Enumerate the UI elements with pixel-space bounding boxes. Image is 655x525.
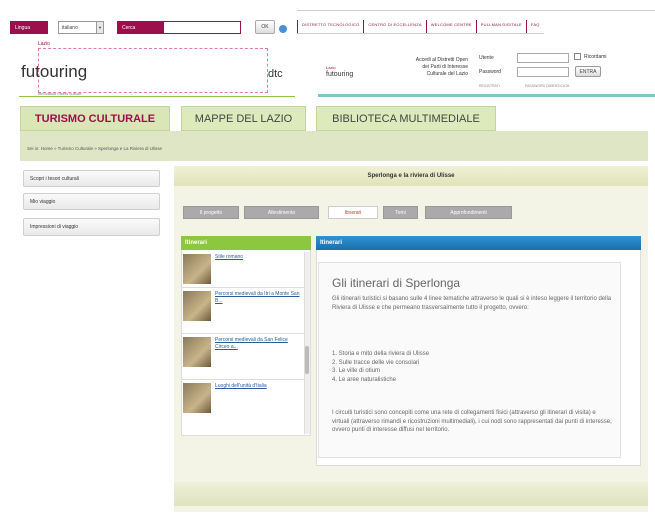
footer-band	[174, 482, 648, 506]
thumbnail-image	[183, 337, 211, 367]
panel-list: 1. Storia e mito della riviera di Ulisse…	[332, 350, 614, 385]
tab-il-progetto[interactable]: Il progetto	[183, 206, 239, 219]
nav-distretto[interactable]: DISTRETTO TECNOLOGICO	[297, 20, 363, 33]
tab-temi[interactable]: Temi	[383, 206, 418, 219]
remember-checkbox[interactable]	[574, 53, 581, 60]
login-bar	[318, 94, 655, 97]
tab-approfondimenti[interactable]: Approfondimenti	[425, 206, 512, 219]
user-input[interactable]	[517, 53, 569, 63]
list-item-link[interactable]: Stile romano	[215, 254, 243, 261]
nav-centro[interactable]: CENTRO DI ECCELLENZA	[363, 20, 425, 33]
forgot-password-link[interactable]: PASSWORD DIMENTICATA	[525, 84, 569, 88]
chevron-down-icon: ▼	[96, 22, 103, 33]
list-scrollbar[interactable]	[304, 252, 310, 434]
tab-allestimento[interactable]: Allestimento	[244, 206, 319, 219]
globe-icon	[279, 25, 287, 33]
list-item[interactable]: Percorsi medievali da Itri a Monte San B…	[181, 288, 304, 334]
lingua-label: Lingua	[10, 21, 48, 34]
list-items: Stile romano Percorsi medievali da Itri …	[181, 251, 304, 420]
list-item[interactable]: Percorsi medievali da San Felice Circeo …	[181, 334, 304, 380]
password-input[interactable]	[517, 67, 569, 77]
list-item[interactable]: Stile romano	[181, 251, 304, 288]
tab-biblioteca-multimediale[interactable]: BIBLIOTECA MULTIMEDIALE	[316, 106, 496, 131]
logo-small: Lazio	[38, 41, 50, 47]
language-select[interactable]: italiano ▼	[58, 21, 104, 34]
enter-button[interactable]: ENTRA	[575, 66, 601, 77]
promo-text[interactable]: Accedi al Distretti Open dei Parti di In…	[380, 57, 468, 77]
content-title: Sperlonga e la riviera di Ulisse	[174, 166, 648, 186]
panel-list-item: 1. Storia e mito della riviera di Ulisse	[332, 351, 430, 357]
tab-mappe-del-lazio[interactable]: MAPPE DEL LAZIO	[181, 106, 306, 131]
ok-button[interactable]: OK	[255, 20, 275, 34]
sidebar-item-mio-viaggio[interactable]: Mio viaggio	[23, 193, 160, 210]
thumbnail-image	[183, 291, 211, 321]
promo-logo-name: futouring	[326, 71, 354, 78]
logo-underline	[19, 96, 295, 97]
promo-line2: dei Parti di Interesse	[422, 63, 468, 70]
dtc-logo: dtc	[268, 68, 283, 80]
user-label: Utente	[479, 55, 494, 61]
nav-pullman[interactable]: PULLMAN DIGITALE	[475, 20, 526, 33]
thumbnail-image	[183, 383, 211, 413]
thumbnail-image	[183, 254, 211, 284]
list-item-link[interactable]: Percorsi medievali da Itri a Monte San B…	[215, 291, 302, 304]
breadcrumb: Sei in: Home » Turismo Culturale » Sperl…	[27, 146, 163, 151]
panel-intro: Gli itinerari turistici si basano sulle …	[332, 296, 612, 311]
password-label: Password	[479, 69, 501, 75]
register-link[interactable]: REGISTRATI	[479, 84, 500, 88]
sidebar-item-scopri[interactable]: Scopri i tesori culturali	[23, 170, 160, 187]
panel-header: Itinerari	[316, 236, 641, 250]
divider	[297, 10, 655, 11]
search-input[interactable]	[163, 21, 241, 34]
logo-name: futouring	[21, 62, 88, 81]
panel-list-item: 2. Sulle tracce delle vie consolari	[332, 359, 420, 366]
cerca-label: Cerca	[117, 21, 163, 34]
tab-itinerari[interactable]: Itinerari	[328, 206, 378, 219]
nav-welcome[interactable]: WELCOME CENTRE	[425, 20, 476, 33]
list-header: Itinerari	[181, 236, 311, 250]
list-item-link[interactable]: Percorsi medievali da San Felice Circeo …	[215, 337, 302, 350]
language-value: italiano	[62, 24, 78, 31]
sidebar-item-impressioni[interactable]: Impressioni di viaggio	[23, 218, 160, 236]
panel-title: Gli itinerari di Sperlonga	[332, 276, 461, 290]
list-item[interactable]: Luoghi dell'unità d'Italia	[181, 380, 304, 420]
promo-logo-small: Lazio	[326, 65, 336, 70]
nav-faq[interactable]: FAQ	[525, 20, 544, 33]
panel-outro: I circuiti turistici sono concepiti come…	[332, 410, 612, 434]
tab-turismo-culturale[interactable]: TURISMO CULTURALE	[20, 106, 170, 131]
remember-label: Ricordami	[584, 54, 607, 60]
panel-list-item: 4. Le aree naturalistiche	[332, 377, 397, 384]
promo-line3: Culturale del Lazio	[426, 70, 468, 77]
top-nav: DISTRETTO TECNOLOGICO CENTRO DI ECCELLEN…	[297, 20, 544, 34]
panel-list-item: 3. Le ville di otium	[332, 368, 381, 375]
scrollbar-thumb[interactable]	[305, 346, 309, 374]
list-item-link[interactable]: Luoghi dell'unità d'Italia	[215, 383, 267, 390]
promo-line1: Accedi al Distretti Open	[415, 57, 468, 63]
